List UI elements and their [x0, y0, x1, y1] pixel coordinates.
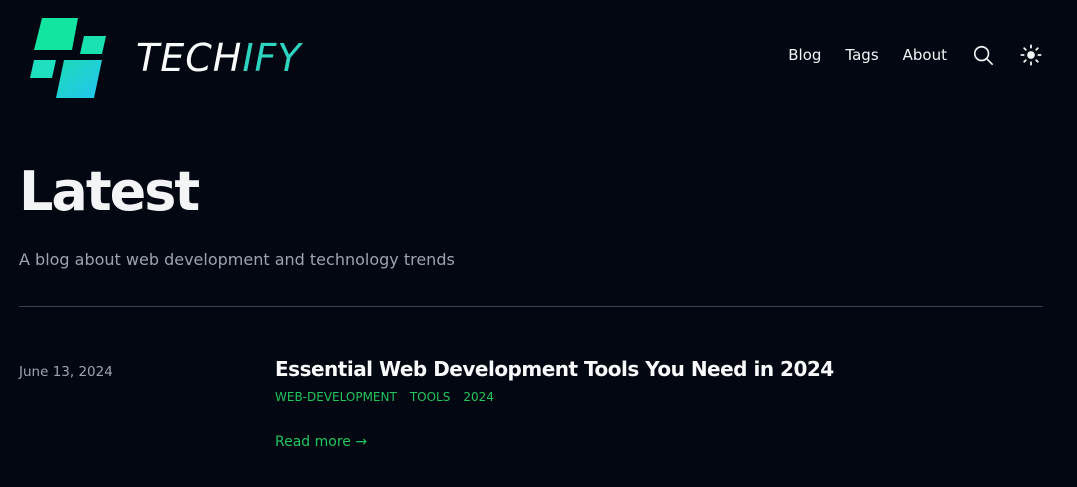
page-subtitle: A blog about web development and technol…: [19, 250, 455, 269]
tag-link-web-development[interactable]: web-development: [275, 389, 397, 405]
search-button[interactable]: [971, 43, 995, 67]
nav-link-tags[interactable]: Tags: [845, 42, 878, 68]
tag-link-tools[interactable]: tools: [410, 389, 451, 405]
home-logo-link[interactable]: TECHIFY: [28, 18, 302, 100]
theme-toggle-button[interactable]: [1019, 43, 1043, 67]
main-nav: Blog Tags About: [788, 42, 1043, 68]
post-tags: web-development tools 2024: [275, 389, 507, 405]
read-more-link[interactable]: Read more →: [275, 433, 367, 451]
search-icon: [973, 45, 993, 65]
sun-icon: [1020, 44, 1042, 66]
techify-logo-icon: [30, 18, 106, 98]
tag-link-2024[interactable]: 2024: [463, 389, 494, 405]
site-header: TECHIFY Blog Tags About: [0, 0, 1077, 120]
brand-wordmark-part1: TECH: [136, 36, 243, 80]
section-divider: [19, 306, 1043, 307]
brand-wordmark: TECHIFY: [136, 39, 302, 77]
nav-link-blog[interactable]: Blog: [788, 42, 821, 68]
nav-link-about[interactable]: About: [903, 42, 947, 68]
brand-wordmark-part2: IFY: [242, 36, 302, 80]
page-title: Latest: [19, 160, 200, 223]
post-title-link[interactable]: Essential Web Development Tools You Need…: [275, 356, 834, 382]
post-date: June 13, 2024: [19, 364, 113, 380]
